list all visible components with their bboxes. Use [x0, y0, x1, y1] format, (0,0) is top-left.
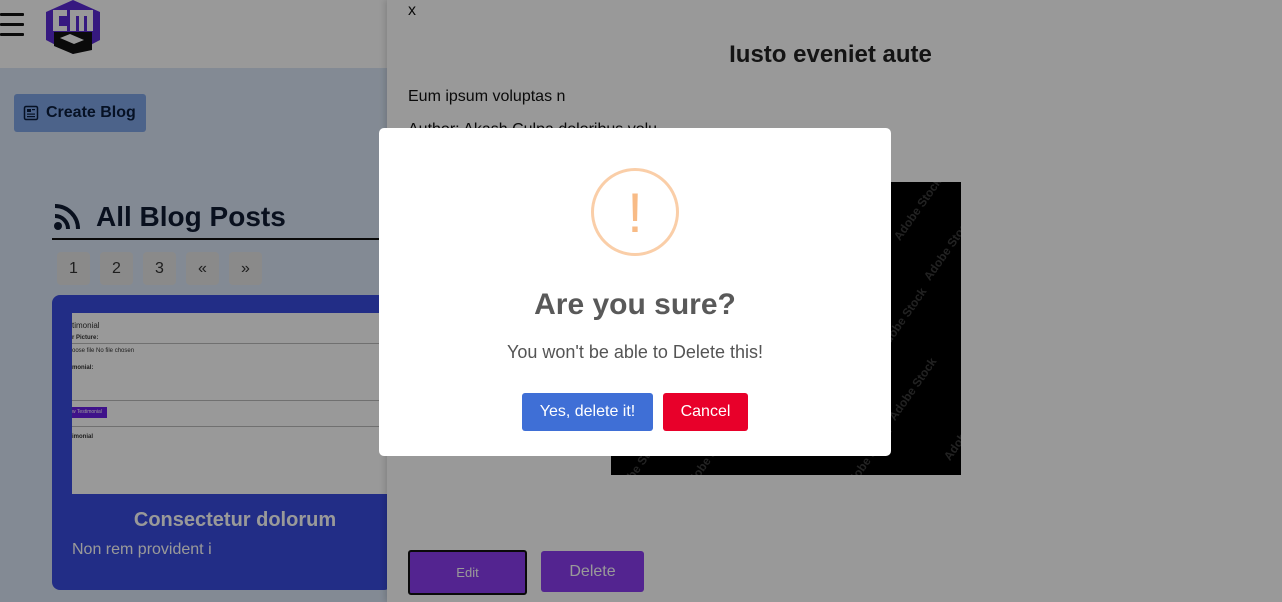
dialog-title: Are you sure? — [534, 288, 736, 321]
confirm-dialog: ! Are you sure? You won't be able to Del… — [379, 128, 891, 456]
dialog-text: You won't be able to Delete this! — [507, 342, 763, 362]
warning-icon: ! — [591, 168, 679, 256]
confirm-delete-button[interactable]: Yes, delete it! — [522, 393, 653, 431]
cancel-button[interactable]: Cancel — [663, 393, 748, 431]
